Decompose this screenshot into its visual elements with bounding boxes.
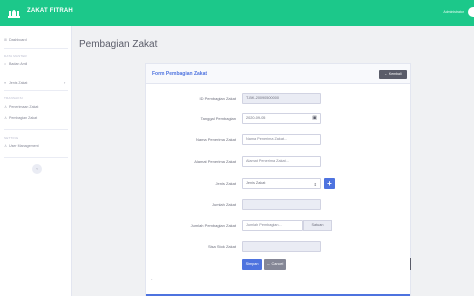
sidebar-item-label: Jenis Zakat: [9, 81, 28, 85]
form-card: Form Pembagian Zakat ← Kembali ID Pembag…: [145, 63, 411, 296]
mosque-icon: [8, 10, 20, 18]
user-icon: ♙: [4, 116, 8, 120]
add-jenis-button[interactable]: +: [324, 178, 335, 189]
calendar-icon[interactable]: ▣: [312, 116, 317, 121]
alamat-label: Alamat Penerima Zakat: [194, 159, 236, 164]
sidebar-heading-master: DATA MASTER: [4, 54, 27, 58]
list-icon: ≡: [4, 81, 7, 85]
save-button[interactable]: Simpan: [242, 259, 262, 270]
sidebar-heading-setting: SETTING: [4, 136, 19, 140]
app-title[interactable]: ZAKAT FITRAH: [27, 8, 73, 14]
form-title: Form Pembagian Zakat: [152, 71, 208, 77]
sisa-label: Sisa Stok Zakat: [207, 244, 236, 249]
sidebar-item-user-management[interactable]: ♙ User Management: [4, 144, 39, 148]
select-arrow-icon: ⇕: [313, 182, 317, 187]
tanggal-value: 2020-09-05: [246, 116, 266, 120]
dashboard-icon: ⊞: [4, 38, 8, 42]
sidebar-item-badan-amil[interactable]: ⌂ Badan Amil: [4, 62, 27, 66]
sidebar-divider: [4, 157, 68, 158]
jumlah-pembagian-input[interactable]: Jumlah Pembagian...: [242, 220, 303, 231]
avatar[interactable]: [468, 7, 474, 17]
jenis-select[interactable]: Jenis Zakat ⇕: [242, 178, 321, 189]
sidebar-heading-transaksi: TRANSAKSI: [4, 96, 23, 100]
satuan-addon: Satuan: [303, 220, 332, 231]
sidebar: ⊞ Dashboard DATA MASTER ⌂ Badan Amil ≡ J…: [0, 26, 72, 296]
arrow-left-icon: ←: [384, 72, 388, 76]
sidebar-item-label: Badan Amil: [9, 62, 28, 66]
footer-dot: -: [151, 276, 153, 281]
jumlah-label: Jumlah Zakat: [211, 202, 236, 207]
sidebar-divider: [4, 129, 68, 130]
jenis-label: Jenis Zakat: [215, 181, 236, 186]
tanggal-label: Tanggal Pembagian: [200, 116, 236, 121]
sisa-field[interactable]: [242, 241, 321, 252]
id-field[interactable]: T-BK-20090500000: [242, 93, 321, 104]
arrow-left-icon: ←: [266, 262, 271, 266]
sidebar-divider: [4, 48, 68, 49]
nama-label: Nama Penerima Zakat: [195, 137, 236, 142]
tanggal-field[interactable]: 2020-09-05 ▣: [242, 113, 321, 124]
sidebar-item-label: Dashboard: [9, 38, 27, 42]
sidebar-item-jenis-zakat[interactable]: ≡ Jenis Zakat: [4, 81, 27, 85]
cancel-button-label: Cancel: [271, 262, 284, 266]
sidebar-item-dashboard[interactable]: ⊞ Dashboard: [4, 38, 27, 42]
sidebar-item-penerimaan[interactable]: ♙ Penerimaan Zakat: [4, 105, 38, 109]
sidebar-item-label: Pembagian Zakat: [9, 116, 38, 120]
card-header: Form Pembagian Zakat ← Kembali: [146, 64, 410, 84]
sidebar-divider: [4, 90, 68, 91]
sidebar-item-pembagian[interactable]: ♙ Pembagian Zakat: [4, 116, 37, 120]
back-button[interactable]: ← Kembali: [379, 70, 407, 79]
nama-input[interactable]: Nama Penerima Zakat...: [242, 134, 321, 145]
cancel-button[interactable]: ← Cancel: [264, 259, 286, 270]
sidebar-item-label: User Management: [9, 144, 39, 148]
back-button-label: Kembali: [388, 72, 402, 76]
user-icon: ♙: [4, 105, 8, 109]
page-title: Pembagian Zakat: [79, 39, 158, 50]
jumlah-field[interactable]: [242, 199, 321, 210]
sidebar-item-label: Penerimaan Zakat: [9, 105, 39, 109]
sidebar-toggle-button[interactable]: ‹: [32, 164, 42, 174]
chevron-right-icon[interactable]: ›: [64, 80, 65, 85]
jumlah-pembagian-label: Jumlah Pembagian Zakat: [190, 223, 236, 228]
text-cursor: [410, 258, 411, 270]
top-navbar: ZAKAT FITRAH Administrator: [0, 0, 474, 26]
user-name[interactable]: Administrator: [443, 10, 464, 14]
alamat-input[interactable]: Alamat Penerima Zakat...: [242, 156, 321, 167]
user-icon: ♙: [4, 144, 8, 148]
jenis-selected: Jenis Zakat: [246, 181, 266, 185]
building-icon: ⌂: [4, 62, 7, 66]
id-label: ID Pembagian Zakat: [199, 96, 236, 101]
